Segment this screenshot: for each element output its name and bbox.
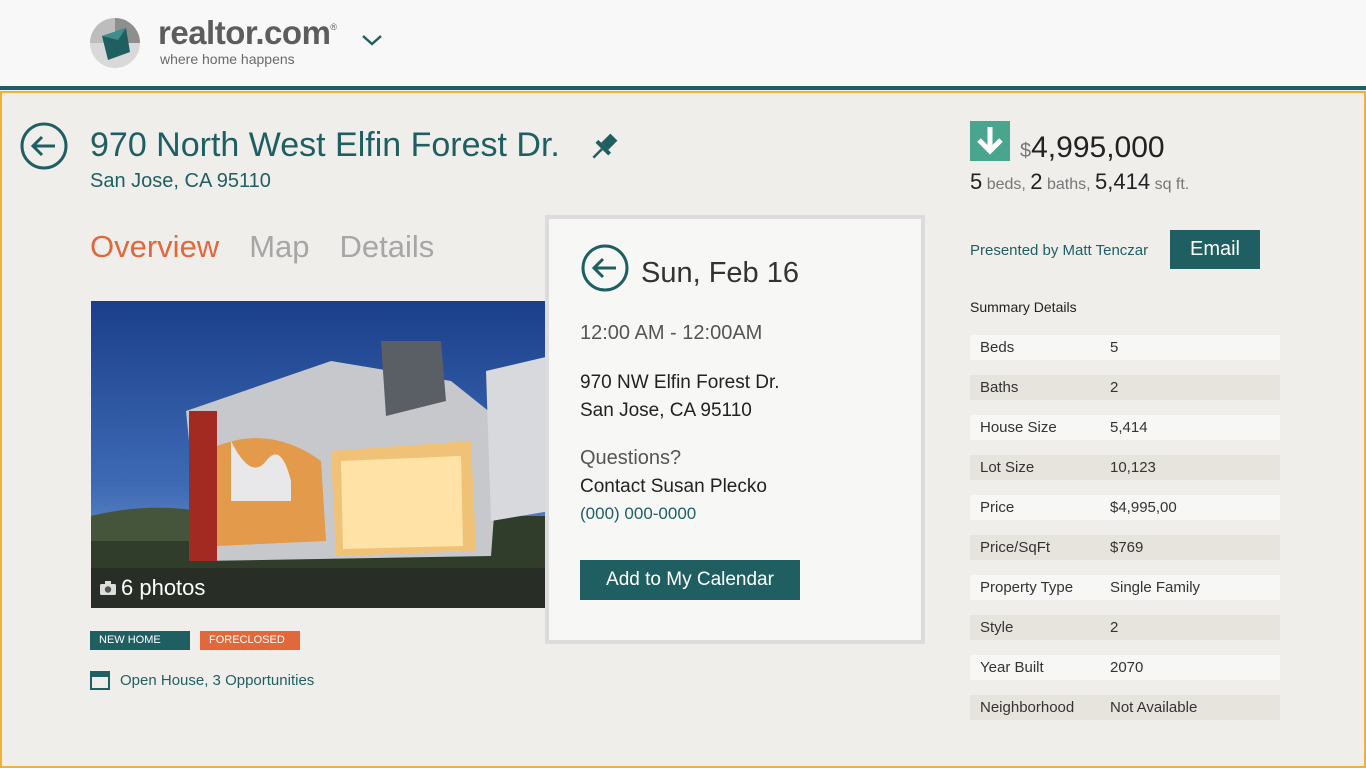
tab-details[interactable]: Details — [340, 229, 435, 265]
popup-address-line1: 970 NW Elfin Forest Dr. — [580, 372, 780, 393]
realtor-logo-icon — [90, 18, 140, 68]
chevron-down-icon[interactable] — [360, 32, 384, 48]
summary-row: Style 2 — [970, 615, 1280, 640]
tab-map[interactable]: Map — [249, 229, 309, 265]
photo-count: 6 photos — [121, 575, 206, 600]
calendar-icon — [90, 671, 110, 690]
house-photo-image — [91, 301, 550, 608]
brand-tagline: where home happens — [160, 51, 295, 67]
open-house-label: Open House, 3 Opportunities — [120, 671, 315, 689]
open-house-link[interactable]: Open House, 3 Opportunities — [90, 670, 314, 690]
new-home-badge: NEW HOME — [90, 631, 190, 650]
email-button[interactable]: Email — [1170, 230, 1260, 269]
open-house-popup: Sun, Feb 16 12:00 AM - 12:00AM 970 NW El… — [545, 215, 925, 644]
brand-name: realtor.com® — [158, 14, 337, 51]
header-divider — [0, 86, 1366, 90]
tab-overview[interactable]: Overview — [90, 229, 219, 265]
presented-by: Presented by Matt Tenczar — [970, 242, 1149, 259]
listing-price: $4,995,000 — [1020, 131, 1165, 164]
listing-city: San Jose, CA 95110 — [90, 170, 271, 192]
summary-row: Price $4,995,00 — [970, 495, 1280, 520]
summary-title: Summary Details — [970, 299, 1077, 315]
summary-row: Price/SqFt $769 — [970, 535, 1280, 560]
popup-phone-link[interactable]: (000) 000-0000 — [580, 504, 696, 524]
summary-row: Beds 5 — [970, 335, 1280, 360]
summary-row: Property Type Single Family — [970, 575, 1280, 600]
foreclosed-badge: FORECLOSED — [200, 631, 300, 650]
popup-time: 12:00 AM - 12:00AM — [580, 322, 763, 344]
back-arrow-icon[interactable] — [19, 121, 69, 171]
price-reduced-icon — [970, 121, 1010, 161]
summary-details-table: Beds 5 Baths 2 House Size 5,414 Lot Size 10,… — [970, 335, 1280, 735]
photo-caption-bar: 6 photos — [91, 568, 550, 608]
popup-address-line2: San Jose, CA 95110 — [580, 400, 752, 421]
listing-tabs: Overview Map Details — [90, 229, 434, 265]
listing-address: 970 North West Elfin Forest Dr. — [90, 126, 560, 164]
add-to-calendar-button[interactable]: Add to My Calendar — [580, 560, 800, 600]
summary-row: House Size 5,414 — [970, 415, 1280, 440]
camera-icon — [100, 581, 116, 595]
summary-row: Neighborhood Not Available — [970, 695, 1280, 720]
app-header: realtor.com® where home happens — [0, 0, 1366, 86]
summary-row: Year Built 2070 — [970, 655, 1280, 680]
back-arrow-icon[interactable] — [580, 243, 630, 293]
pin-icon[interactable] — [587, 130, 621, 164]
listing-photo[interactable]: 6 photos — [91, 301, 550, 608]
summary-row: Lot Size 10,123 — [970, 455, 1280, 480]
popup-date: Sun, Feb 16 — [641, 257, 799, 289]
summary-row: Baths 2 — [970, 375, 1280, 400]
popup-questions: Questions? — [580, 447, 682, 469]
listing-specs: 5 beds, 2 baths, 5,414 sq ft. — [970, 169, 1190, 194]
popup-contact: Contact Susan Plecko — [580, 476, 767, 497]
